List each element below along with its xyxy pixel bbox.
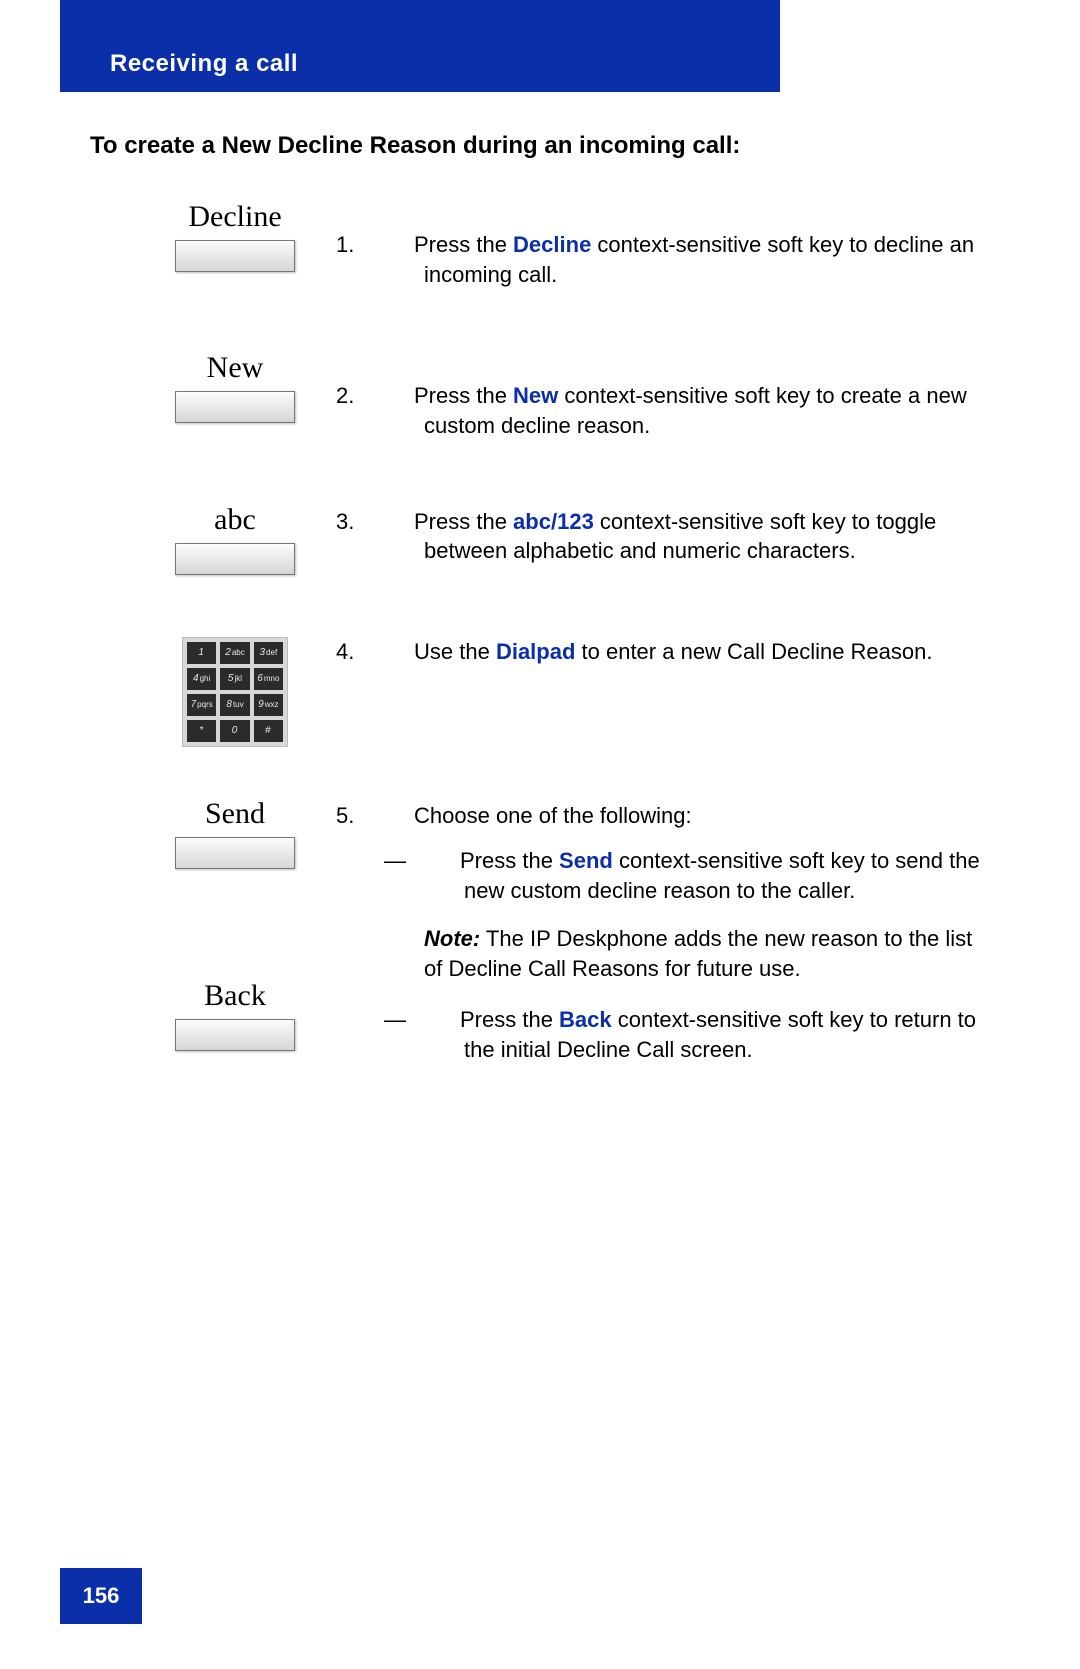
note-label: Note:	[424, 926, 480, 951]
keyword: Back	[559, 1007, 612, 1032]
note-text: The IP Deskphone adds the new reason to …	[424, 926, 972, 981]
softkey-label: Send	[205, 797, 265, 831]
text: Press the	[460, 1007, 559, 1032]
dialpad-key: 4ghi	[187, 668, 216, 690]
text: Press the	[414, 383, 513, 408]
text: to enter a new Call Decline Reason.	[575, 639, 932, 664]
keyword: 123	[557, 509, 594, 534]
keyword: Decline	[513, 232, 591, 257]
dialpad-key: 1	[187, 642, 216, 664]
dash-icon: —	[424, 1005, 460, 1035]
steps-list: Decline 1.Press the Decline context-sens…	[90, 200, 990, 1065]
dialpad-key: 6mno	[254, 668, 283, 690]
text: Press the	[414, 509, 513, 534]
softkey-label: Back	[204, 979, 266, 1013]
softkey-button-icon	[175, 837, 295, 869]
header-bar: Receiving a call	[60, 0, 780, 92]
step-text: 1.Press the Decline context-sensitive so…	[380, 200, 990, 289]
step-number: 3.	[380, 507, 414, 537]
step-text: 3.Press the abc/123 context-sensitive so…	[380, 503, 990, 566]
dialpad-icon: 1 2abc 3def 4ghi 5jkl 6mno 7pqrs 8tuv 9w…	[182, 637, 288, 747]
softkey-button-icon	[175, 391, 295, 423]
keyword: New	[513, 383, 558, 408]
step-number: 4.	[380, 637, 414, 667]
dialpad-key: 2abc	[220, 642, 249, 664]
document-page: Receiving a call To create a New Decline…	[0, 0, 1080, 1669]
dialpad-key: 5jkl	[220, 668, 249, 690]
softkey-label: Decline	[188, 200, 281, 234]
keyword: abc	[513, 509, 551, 534]
dialpad-key: 3def	[254, 642, 283, 664]
dialpad-key: 0	[220, 720, 249, 742]
softkey-graphic: Back	[175, 979, 295, 1051]
content-area: To create a New Decline Reason during an…	[60, 92, 1020, 1065]
dialpad-key: 8tuv	[220, 694, 249, 716]
softkey-button-icon	[175, 240, 295, 272]
dialpad-key: 9wxz	[254, 694, 283, 716]
note-block: Note: The IP Deskphone adds the new reas…	[380, 924, 990, 983]
sub-option: —Press the Send context-sensitive soft k…	[380, 846, 990, 905]
softkey-label: abc	[214, 503, 256, 537]
header-title: Receiving a call	[110, 50, 298, 78]
dialpad-key: *	[187, 720, 216, 742]
softkey-label: New	[207, 351, 264, 385]
dash-icon: —	[424, 846, 460, 876]
text: Choose one of the following:	[414, 803, 692, 828]
step-text: 2.Press the New context-sensitive soft k…	[380, 351, 990, 440]
dialpad-key: 7pqrs	[187, 694, 216, 716]
text: Press the	[414, 232, 513, 257]
step-text: 5.Choose one of the following: —Press th…	[380, 797, 990, 1065]
section-heading: To create a New Decline Reason during an…	[90, 132, 990, 160]
sub-option: —Press the Back context-sensitive soft k…	[380, 1005, 990, 1064]
step-row: New 2.Press the New context-sensitive so…	[90, 351, 990, 440]
keyword: Send	[559, 848, 613, 873]
step-row: 1 2abc 3def 4ghi 5jkl 6mno 7pqrs 8tuv 9w…	[90, 637, 990, 747]
step-number: 5.	[380, 801, 414, 831]
keyword: Dialpad	[496, 639, 575, 664]
step-number: 2.	[380, 381, 414, 411]
softkey-button-icon	[175, 543, 295, 575]
step-text: 4.Use the Dialpad to enter a new Call De…	[380, 637, 990, 667]
dialpad-key: #	[254, 720, 283, 742]
step-number: 1.	[380, 230, 414, 260]
text: Press the	[460, 848, 559, 873]
softkey-button-icon	[175, 1019, 295, 1051]
text: Use the	[414, 639, 496, 664]
step-row: Send Back 5.Choose one of the following:…	[90, 797, 990, 1065]
step-row: Decline 1.Press the Decline context-sens…	[90, 200, 990, 289]
page-number: 156	[60, 1568, 142, 1624]
step-row: abc 3.Press the abc/123 context-sensitiv…	[90, 503, 990, 575]
softkey-graphic-group: Send Back	[90, 797, 380, 1051]
softkey-graphic: Send	[175, 797, 295, 869]
